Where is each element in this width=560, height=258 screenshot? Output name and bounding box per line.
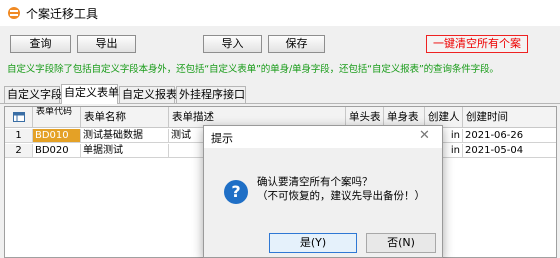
close-icon[interactable]: ✕ xyxy=(419,128,430,143)
dialog-title: 提示 xyxy=(211,132,233,145)
tab-custom-reports[interactable]: 自定义报表 xyxy=(119,86,177,103)
clear-all-cases-button[interactable]: 一键清空所有个案 xyxy=(426,35,528,53)
cell-form-code[interactable]: BD010 xyxy=(33,129,81,143)
header-created-time[interactable]: 创建时间 xyxy=(463,107,556,128)
cell-created-time[interactable]: 2021-05-04 xyxy=(463,144,556,158)
no-button[interactable]: 否(N) xyxy=(366,233,436,253)
question-icon: ? xyxy=(224,180,248,204)
hint-text: 自定义字段除了包括自定义字段本身外，还包括“自定义表单”的单身/单身字段，还包括… xyxy=(7,64,499,75)
dialog-message: 确认要清空所有个案吗？ xyxy=(257,176,373,188)
save-button[interactable]: 保存 xyxy=(268,35,325,53)
row-number[interactable]: 1 xyxy=(5,129,33,143)
header-form-name[interactable]: 表单名称 xyxy=(81,107,169,128)
table-icon xyxy=(13,112,25,122)
app-icon xyxy=(8,7,20,19)
query-button[interactable]: 查询 xyxy=(10,35,71,53)
tab-custom-forms[interactable]: 自定义表单 xyxy=(61,84,119,104)
window-title: 个案迁移工具 xyxy=(26,7,99,21)
import-button[interactable]: 导入 xyxy=(203,35,262,53)
row-number[interactable]: 2 xyxy=(5,144,33,158)
tab-plugin-interface[interactable]: 外挂程序接口 xyxy=(176,86,246,103)
tab-custom-fields[interactable]: 自定义字段 xyxy=(4,86,62,103)
dialog-title-bar: 提示 ✕ xyxy=(204,126,442,148)
dialog-note: （不可恢复的，建议先导出备份！） xyxy=(257,190,425,202)
cell-form-name[interactable]: 测试基础数据 xyxy=(81,129,169,143)
header-form-code[interactable]: 表单代码 xyxy=(33,107,81,128)
cell-created-time[interactable]: 2021-06-26 xyxy=(463,129,556,143)
title-bar: 个案迁移工具 xyxy=(0,0,560,26)
cell-form-code[interactable]: BD020 xyxy=(33,144,81,158)
grid-corner[interactable] xyxy=(5,107,33,128)
yes-button[interactable]: 是(Y) xyxy=(269,233,357,253)
export-button[interactable]: 导出 xyxy=(77,35,136,53)
cell-form-name[interactable]: 单据测试 xyxy=(81,144,169,158)
confirm-dialog: 提示 ✕ ? 确认要清空所有个案吗？ （不可恢复的，建议先导出备份！） 是(Y)… xyxy=(203,125,443,258)
